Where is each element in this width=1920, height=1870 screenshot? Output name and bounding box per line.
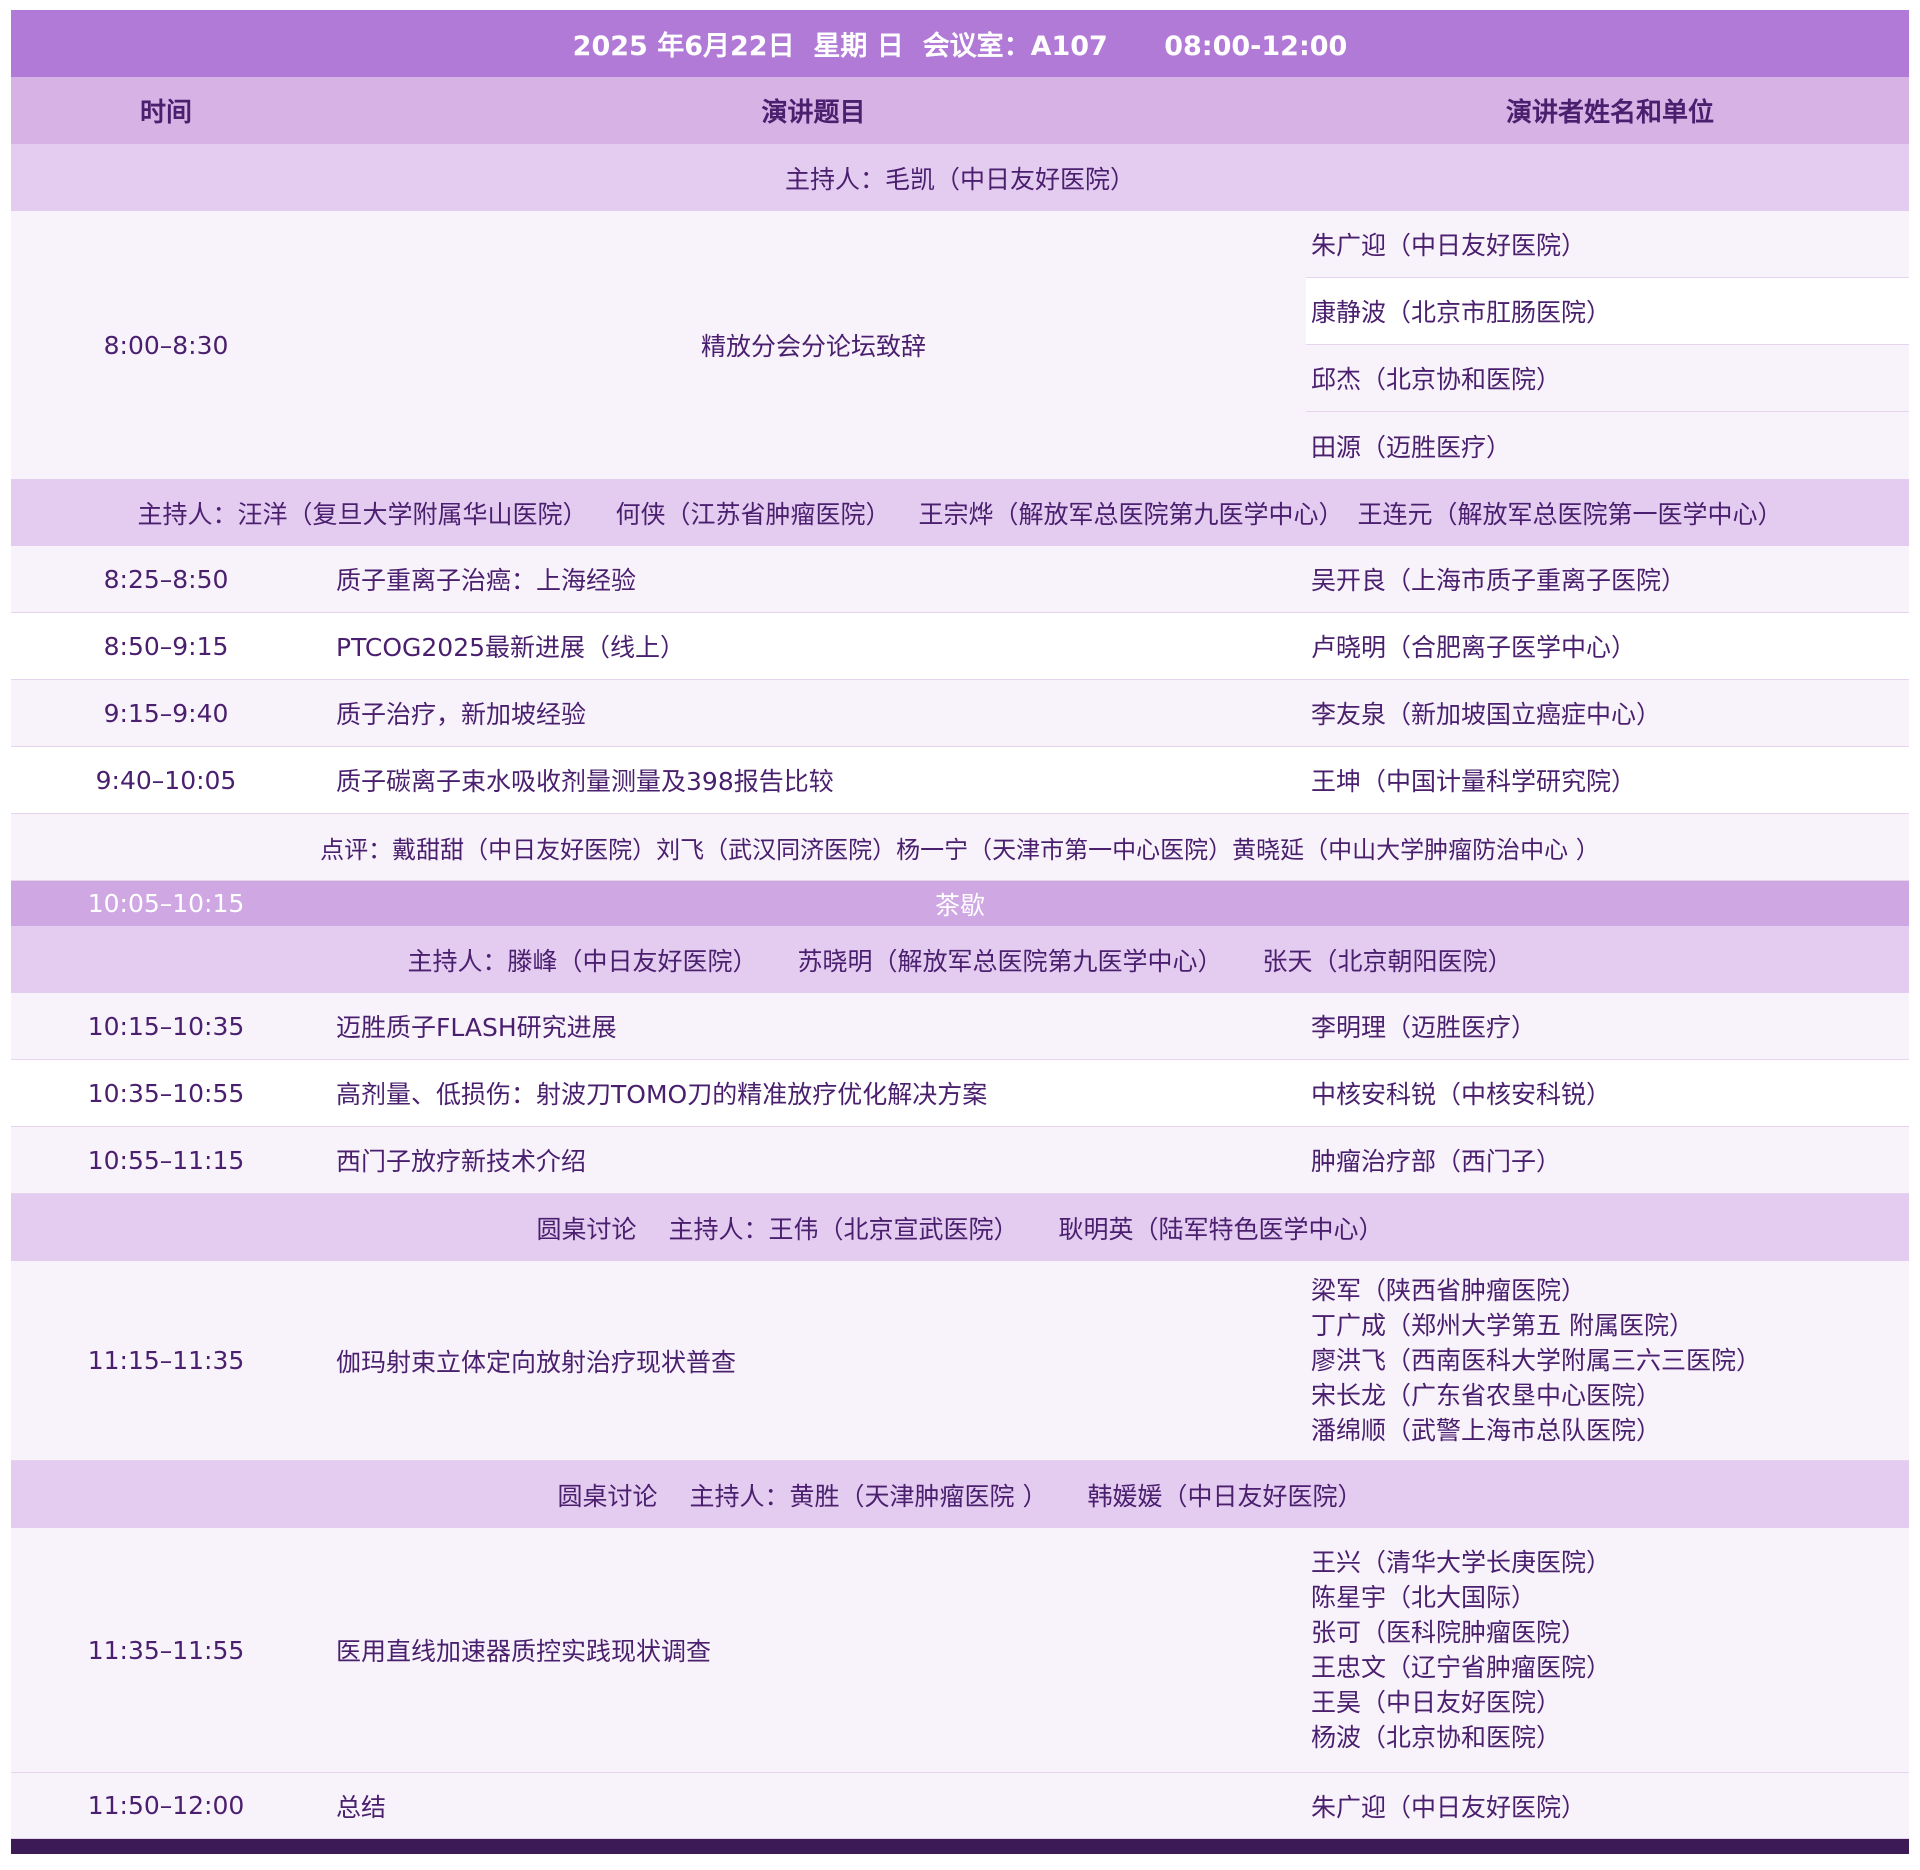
host-text: 张天（北京朝阳医院） (1262, 946, 1513, 976)
row-topic: PTCOG2025最新进展（线上） (336, 633, 686, 662)
row-topic: 总结 (336, 1792, 387, 1822)
row-topic: 西门子放疗新技术介绍 (336, 1147, 587, 1176)
table-row: 9:15–9:40 质子治疗，新加坡经验 李友泉（新加坡国立癌症中心） (11, 680, 1909, 747)
table-row: 10:55–11:15 西门子放疗新技术介绍 肿瘤治疗部（西门子） (11, 1127, 1909, 1194)
speaker-item: 田源（迈胜医疗） (1306, 412, 1909, 479)
speaker-list: 梁军（陕西省肿瘤医院） 丁广成（郑州大学第五 附属医院） 廖洪飞（西南医科大学附… (1306, 1273, 1909, 1448)
table-row-opening: 8:00–8:30 精放分会分论坛致辞 朱广迎（中日友好医院） 康静波（北京市肛… (11, 211, 1909, 479)
tea-time: 10:05–10:15 (87, 889, 245, 918)
table-row: 9:40–10:05 质子碳离子束水吸收剂量测量及398报告比较 王坤（中国计量… (11, 747, 1909, 814)
row-speaker: 吴开良（上海市质子重离子医院） (1311, 566, 1687, 595)
speaker-list: 朱广迎（中日友好医院） 康静波（北京市肛肠医院） 邱杰（北京协和医院） 田源（迈… (1306, 211, 1909, 479)
speaker-item: 朱广迎（中日友好医院） (1306, 211, 1909, 278)
speaker-list: 王兴（清华大学长庚医院） 陈星宇（北大国际） 张可（医科院肿瘤医院） 王忠文（辽… (1306, 1545, 1909, 1755)
row-speaker: 中核安科锐（中核安科锐） (1311, 1080, 1612, 1109)
header-time: 时间 (139, 98, 192, 128)
row-topic: 质子治疗，新加坡经验 (336, 700, 587, 729)
speaker-item: 梁军（陕西省肿瘤医院） (1311, 1276, 1587, 1305)
row-time: 11:50–12:00 (87, 1791, 245, 1820)
row-time: 10:55–11:15 (87, 1145, 245, 1175)
table-row: 8:50–9:15 PTCOG2025最新进展（线上） 卢晓明（合肥离子医学中心… (11, 613, 1909, 680)
comment-row: 点评：戴甜甜（中日友好医院） 刘飞（武汉同济医院） 杨一宁（天津市第一中心医院）… (11, 814, 1909, 881)
host-text: 韩媛媛（中日友好医院） (1087, 1481, 1363, 1511)
row-speaker: 朱广迎（中日友好医院） (1311, 1792, 1587, 1822)
row-time: 8:50–9:15 (103, 631, 229, 661)
comment-text: 点评：戴甜甜（中日友好医院） (320, 835, 657, 864)
header-speaker: 演讲者姓名和单位 (1505, 98, 1714, 128)
host-text: 王连元（解放军总医院第一医学中心） (1357, 499, 1783, 529)
host-text: 耿明英（陆军特色医学中心） (1058, 1214, 1384, 1244)
speaker-item: 潘绵顺（武警上海市总队医院） (1311, 1416, 1662, 1445)
host-text: 主持人：毛凯（中日友好医院） (784, 164, 1135, 194)
row-speaker: 卢晓明（合肥离子医学中心） (1311, 633, 1637, 662)
comment-text: 黄晓延（中山大学肿瘤防治中心 ） (1232, 835, 1600, 864)
table-row: 8:25–8:50 质子重离子治癌：上海经验 吴开良（上海市质子重离子医院） (11, 546, 1909, 613)
row-time: 10:35–10:55 (87, 1078, 245, 1108)
row-speaker: 肿瘤治疗部（西门子） (1311, 1147, 1562, 1176)
speaker-item: 邱杰（北京协和医院） (1306, 345, 1909, 412)
host-text: 苏晓明（解放军总医院第九医学中心） (797, 946, 1223, 976)
footer-bar (11, 1839, 1909, 1854)
roundtable-label: 圆桌讨论 (536, 1214, 637, 1244)
roundtable-label: 圆桌讨论 (557, 1481, 658, 1511)
row-topic: 精放分会分论坛致辞 (321, 211, 1306, 479)
row-speaker: 李友泉（新加坡国立癌症中心） (1311, 700, 1662, 729)
speaker-item: 廖洪飞（西南医科大学附属三六三医院） (1311, 1346, 1762, 1375)
row-speaker: 李明理（迈胜医疗） (1311, 1013, 1537, 1042)
host-text: 何侠（江苏省肿瘤医院） (615, 499, 891, 529)
comment-text: 刘飞（武汉同济医院） (656, 835, 897, 864)
comment-text: 杨一宁（天津市第一中心医院） (896, 835, 1233, 864)
host-band-3: 主持人：滕峰（中日友好医院） 苏晓明（解放军总医院第九医学中心） 张天（北京朝阳… (11, 926, 1909, 993)
table-header: 时间 演讲题目 演讲者姓名和单位 (11, 77, 1909, 144)
speaker-item: 王忠文（辽宁省肿瘤医院） (1311, 1653, 1612, 1682)
speaker-item: 杨波（北京协和医院） (1311, 1723, 1562, 1752)
row-topic: 迈胜质子FLASH研究进展 (336, 1013, 617, 1042)
tea-break-row: 10:05–10:15 茶歇 (11, 881, 1909, 926)
row-time: 8:00–8:30 (11, 211, 321, 479)
table-row: 10:35–10:55 高剂量、低损伤：射波刀TOMO刀的精准放疗优化解决方案 … (11, 1060, 1909, 1127)
speaker-item: 王昊（中日友好医院） (1311, 1688, 1562, 1717)
row-time: 10:15–10:35 (87, 1011, 245, 1041)
host-text: 主持人：汪洋（复旦大学附属华山医院） (137, 499, 588, 529)
host-text: 主持人：滕峰（中日友好医院） (407, 946, 758, 976)
table-row-roundtable-1: 11:15–11:35 伽玛射束立体定向放射治疗现状普查 梁军（陕西省肿瘤医院）… (11, 1261, 1909, 1461)
session-title: 2025 年6月22日 星期 日 会议室：A107 08:00-12:00 (572, 31, 1348, 62)
row-time: 8:25–8:50 (103, 564, 229, 594)
row-topic: 医用直线加速器质控实践现状调查 (336, 1637, 712, 1666)
host-text: 王宗烨（解放军总医院第九医学中心） (918, 499, 1344, 529)
host-band-1: 主持人：毛凯（中日友好医院） (11, 144, 1909, 211)
table-row: 10:15–10:35 迈胜质子FLASH研究进展 李明理（迈胜医疗） (11, 993, 1909, 1060)
row-topic: 高剂量、低损伤：射波刀TOMO刀的精准放疗优化解决方案 (336, 1080, 988, 1109)
row-time: 11:15–11:35 (87, 1346, 245, 1375)
row-topic: 伽玛射束立体定向放射治疗现状普查 (336, 1347, 737, 1377)
table-row-roundtable-2: 11:35–11:55 医用直线加速器质控实践现状调查 王兴（清华大学长庚医院）… (11, 1528, 1909, 1773)
speaker-item: 康静波（北京市肛肠医院） (1306, 278, 1909, 345)
row-time: 9:15–9:40 (103, 698, 229, 728)
row-speaker: 王坤（中国计量科学研究院） (1311, 767, 1637, 796)
row-time: 9:40–10:05 (95, 765, 237, 795)
roundtable-band-2: 圆桌讨论 主持人：黄胜（天津肿瘤医院 ） 韩媛媛（中日友好医院） (11, 1461, 1909, 1528)
row-time: 11:35–11:55 (87, 1635, 245, 1665)
host-text: 主持人：黄胜（天津肿瘤医院 ） (689, 1481, 1048, 1511)
schedule-table: 2025 年6月22日 星期 日 会议室：A107 08:00-12:00 时间… (11, 10, 1909, 1854)
host-text: 主持人：王伟（北京宣武医院） (668, 1214, 1019, 1244)
header-topic: 演讲题目 (761, 98, 866, 128)
speaker-item: 丁广成（郑州大学第五 附属医院） (1311, 1311, 1694, 1340)
speaker-item: 张可（医科院肿瘤医院） (1311, 1618, 1587, 1647)
row-topic: 质子碳离子束水吸收剂量测量及398报告比较 (336, 767, 834, 796)
session-title-bar: 2025 年6月22日 星期 日 会议室：A107 08:00-12:00 (11, 10, 1909, 77)
host-band-2: 主持人：汪洋（复旦大学附属华山医院） 何侠（江苏省肿瘤医院） 王宗烨（解放军总医… (11, 479, 1909, 546)
tea-label: 茶歇 (934, 890, 985, 920)
table-row-summary: 11:50–12:00 总结 朱广迎（中日友好医院） (11, 1773, 1909, 1839)
roundtable-band-1: 圆桌讨论 主持人：王伟（北京宣武医院） 耿明英（陆军特色医学中心） (11, 1194, 1909, 1261)
speaker-item: 王兴（清华大学长庚医院） (1311, 1548, 1612, 1577)
row-topic: 质子重离子治癌：上海经验 (336, 566, 637, 595)
speaker-item: 宋长龙（广东省农垦中心医院） (1311, 1381, 1662, 1410)
speaker-item: 陈星宇（北大国际） (1311, 1583, 1537, 1612)
